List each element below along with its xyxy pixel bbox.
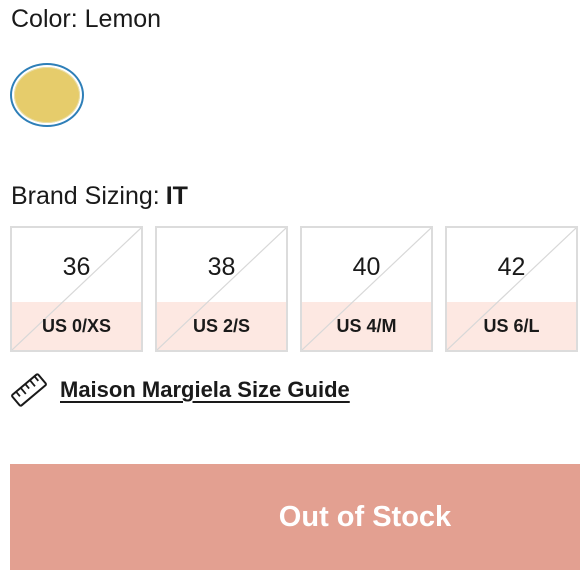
- brand-sizing-label: Brand Sizing: IT: [11, 181, 188, 211]
- color-value: Lemon: [84, 5, 162, 33]
- size-option-42[interactable]: 42 US 6/L: [445, 226, 578, 352]
- size-guide-link-row[interactable]: Maison Margiela Size Guide: [10, 372, 350, 408]
- size-it-label: 38: [207, 253, 236, 281]
- ruler-icon: [11, 373, 47, 407]
- size-us-label: US 2/S: [192, 316, 251, 336]
- size-option-40[interactable]: 40 US 4/M: [300, 226, 433, 352]
- brand-sizing-label-text: Brand Sizing:: [11, 182, 160, 210]
- size-us-label: US 6/L: [483, 316, 540, 336]
- size-us-label: US 4/M: [336, 316, 397, 336]
- size-it-label: 40: [352, 253, 381, 281]
- size-option-38[interactable]: 38 US 2/S: [155, 226, 288, 352]
- size-it-label: 42: [497, 253, 526, 281]
- out-of-stock-button[interactable]: Out of Stock: [10, 464, 580, 570]
- size-it-label: 36: [62, 253, 91, 281]
- size-option-36[interactable]: 36 US 0/XS: [10, 226, 143, 352]
- size-us-label: US 0/XS: [41, 316, 112, 336]
- size-guide-link[interactable]: Maison Margiela Size Guide: [60, 377, 350, 403]
- color-swatch-fill: [14, 67, 80, 123]
- size-options: 36 US 0/XS 38 US 2/S 40 US 4/M 42 US 6/L: [10, 226, 578, 352]
- color-label: Color: Lemon: [11, 4, 161, 34]
- color-swatch-lemon[interactable]: [10, 63, 84, 127]
- brand-sizing-system: IT: [165, 182, 188, 210]
- color-label-prefix: Color:: [11, 5, 78, 33]
